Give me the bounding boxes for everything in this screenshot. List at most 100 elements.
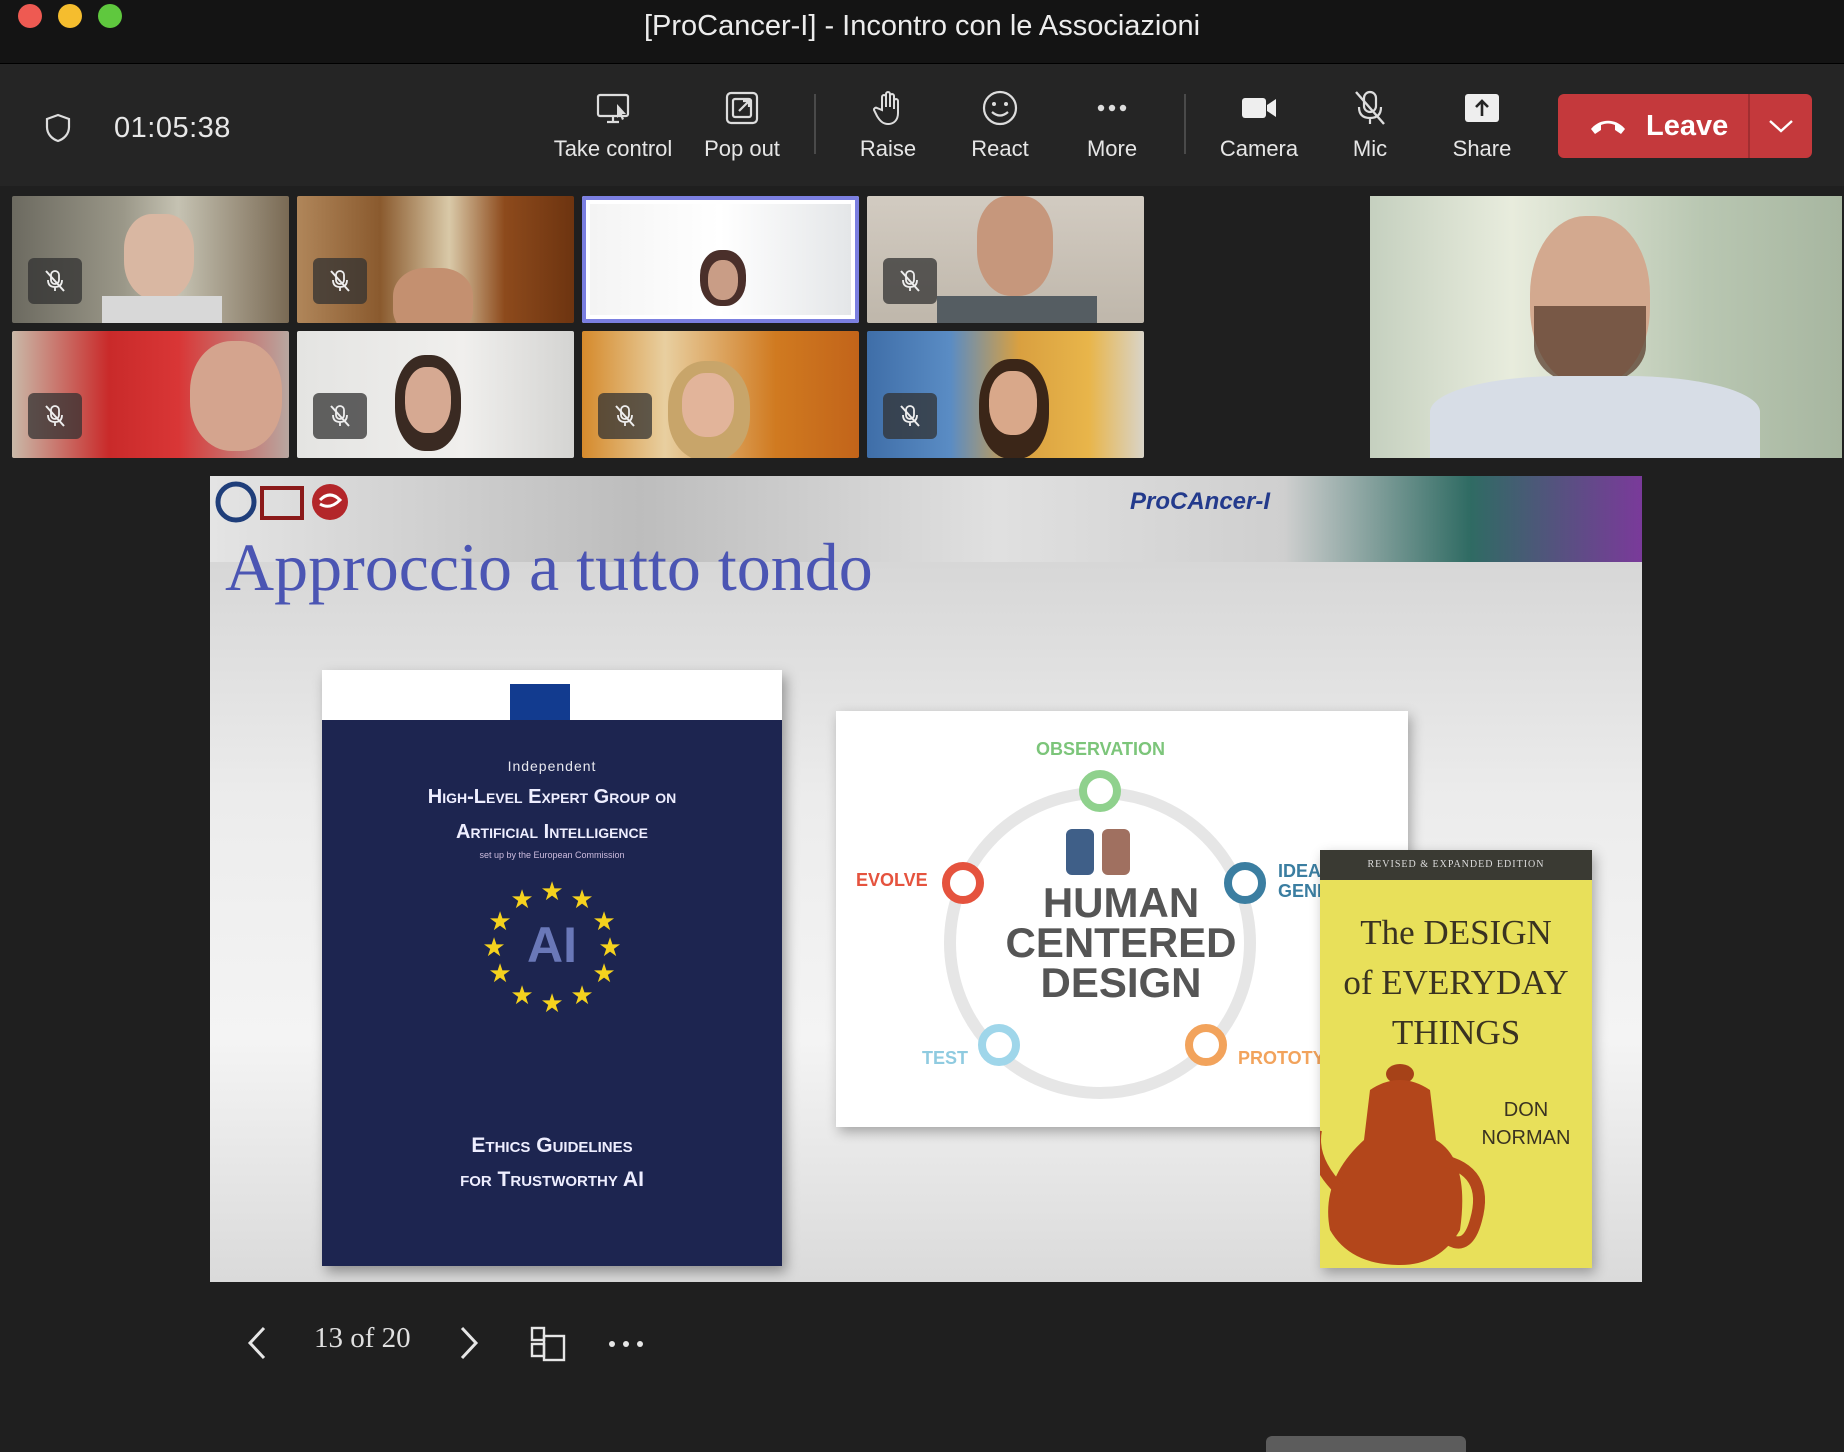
muted-indicator bbox=[598, 393, 652, 439]
leave-options-dropdown[interactable] bbox=[1750, 94, 1812, 158]
leave-button[interactable]: Leave bbox=[1558, 94, 1748, 158]
participant-face bbox=[977, 196, 1053, 296]
procancer-logo: ProCAncer-I bbox=[1130, 488, 1271, 515]
participant-face bbox=[393, 268, 473, 323]
mic-muted-icon bbox=[330, 405, 350, 427]
camera-label: Camera bbox=[1219, 136, 1299, 161]
participant-tile[interactable] bbox=[12, 331, 289, 458]
raise-hand-button[interactable]: Raise bbox=[846, 88, 930, 162]
mic-muted-icon bbox=[45, 405, 65, 427]
leave-button-group: Leave bbox=[1558, 94, 1812, 158]
take-control-label: Take control bbox=[553, 136, 673, 161]
eu-cover-ai: AI bbox=[527, 917, 577, 973]
svg-text:★: ★ bbox=[510, 885, 533, 915]
participant-beard bbox=[1534, 306, 1646, 386]
share-screen-icon bbox=[1465, 94, 1499, 122]
previous-slide-button[interactable] bbox=[236, 1318, 280, 1368]
svg-text:★: ★ bbox=[540, 877, 563, 907]
camera-icon bbox=[1242, 98, 1276, 118]
pop-out-label: Pop out bbox=[704, 136, 780, 161]
participant-tile[interactable] bbox=[582, 331, 859, 458]
window-titlebar: [ProCancer-I] - Incontro con le Associaz… bbox=[0, 0, 1844, 64]
hcd-title: HUMAN CENTERED DESIGN bbox=[986, 879, 1256, 1006]
participant-shirt bbox=[102, 296, 222, 323]
shield-icon bbox=[45, 113, 71, 143]
hcd-label-idea: IDEA bbox=[1278, 861, 1322, 881]
mic-muted-icon bbox=[45, 270, 65, 292]
hcd-label-test: TEST bbox=[922, 1048, 969, 1068]
take-control-button[interactable]: Take control bbox=[548, 88, 678, 162]
smiley-icon bbox=[982, 90, 1018, 126]
participant-tile[interactable] bbox=[867, 196, 1144, 323]
participant-face bbox=[989, 371, 1037, 435]
participant-face bbox=[682, 373, 734, 437]
hcd-label-prototype: PROTOTY bbox=[1238, 1048, 1325, 1068]
eu-cover-line: set up by the European Commission bbox=[479, 850, 625, 860]
muted-indicator bbox=[28, 393, 82, 439]
participant-tile[interactable] bbox=[867, 331, 1144, 458]
share-label: Share bbox=[1452, 136, 1512, 161]
slide-page-counter: 13 of 20 bbox=[314, 1322, 411, 1354]
eu-cover-line: Independent bbox=[507, 758, 597, 774]
participant-tile[interactable] bbox=[297, 196, 574, 323]
hcd-label-idea-generation: GENI bbox=[1278, 881, 1323, 901]
hang-up-icon bbox=[1591, 120, 1625, 134]
mic-muted-icon bbox=[330, 270, 350, 292]
presenter-video[interactable] bbox=[1370, 196, 1842, 458]
mic-label: Mic bbox=[1352, 136, 1388, 161]
leave-label: Leave bbox=[1646, 109, 1729, 142]
slide-grid-button[interactable] bbox=[526, 1318, 570, 1368]
eu-cover-body: Independent High-Level Expert Group on A… bbox=[322, 720, 782, 1266]
hcd-title-line: HUMAN bbox=[1042, 879, 1200, 926]
svg-text:★: ★ bbox=[510, 981, 533, 1011]
svg-text:★: ★ bbox=[570, 885, 593, 915]
book-author-line: NORMAN bbox=[1481, 1127, 1571, 1149]
hcd-title-line: DESIGN bbox=[1040, 959, 1202, 1006]
hcd-label-evolve: EVOLVE bbox=[856, 870, 928, 890]
more-button[interactable]: More bbox=[1070, 88, 1154, 162]
eu-ethics-guidelines-cover: Independent High-Level Expert Group on A… bbox=[322, 670, 782, 1266]
take-control-icon bbox=[596, 93, 630, 124]
participant-face bbox=[405, 367, 451, 433]
next-slide-button[interactable] bbox=[446, 1318, 490, 1368]
react-label: React bbox=[971, 136, 1029, 161]
participant-tile[interactable] bbox=[297, 331, 574, 458]
book-title: The DESIGN of EVERYDAY THINGS bbox=[1320, 908, 1592, 1058]
muted-indicator bbox=[883, 393, 937, 439]
mic-muted-icon bbox=[1355, 90, 1385, 125]
participant-face bbox=[124, 214, 194, 300]
svg-text:★: ★ bbox=[570, 981, 593, 1011]
more-dots-icon bbox=[609, 1341, 643, 1347]
share-button[interactable]: Share bbox=[1442, 88, 1522, 162]
mic-muted-icon bbox=[900, 270, 920, 292]
book-author: DON NORMAN bbox=[1476, 1096, 1576, 1152]
presentation-slide: ProCAncer-I Approccio a tutto tondo Inde… bbox=[210, 476, 1642, 1282]
mic-button[interactable]: Mic bbox=[1336, 88, 1404, 162]
eu-cover-line: Ethics Guidelines bbox=[471, 1134, 633, 1157]
more-label: More bbox=[1086, 136, 1138, 161]
eu-cover-line: for Trustworthy AI bbox=[460, 1168, 644, 1191]
muted-indicator bbox=[28, 258, 82, 304]
mic-muted-icon bbox=[615, 405, 635, 427]
react-button[interactable]: React bbox=[958, 88, 1042, 162]
grid-view-icon bbox=[530, 1326, 566, 1362]
book-edition-band: REVISED & EXPANDED EDITION bbox=[1320, 850, 1592, 880]
bottom-overlay-tab[interactable] bbox=[1266, 1436, 1466, 1452]
toolbar-divider bbox=[1184, 94, 1186, 154]
raise-hand-label: Raise bbox=[859, 136, 917, 161]
camera-button[interactable]: Camera bbox=[1212, 88, 1306, 162]
meeting-toolbar: 01:05:38 Take control Pop out Raise Reac… bbox=[0, 64, 1844, 186]
muted-indicator bbox=[883, 258, 937, 304]
pop-out-icon bbox=[725, 91, 759, 125]
presentation-more-button[interactable] bbox=[604, 1318, 652, 1368]
mic-muted-icon bbox=[900, 405, 920, 427]
book-author-line: DON bbox=[1503, 1099, 1549, 1121]
muted-indicator bbox=[313, 258, 367, 304]
participant-tile-active-speaker[interactable] bbox=[582, 196, 859, 323]
book-title-line: of EVERYDAY bbox=[1343, 963, 1569, 1002]
raise-hand-icon bbox=[873, 91, 899, 126]
participant-face bbox=[190, 341, 282, 451]
eu-cover-line: High-Level Expert Group on bbox=[427, 786, 677, 808]
participant-tile[interactable] bbox=[12, 196, 289, 323]
pop-out-button[interactable]: Pop out bbox=[690, 88, 794, 162]
